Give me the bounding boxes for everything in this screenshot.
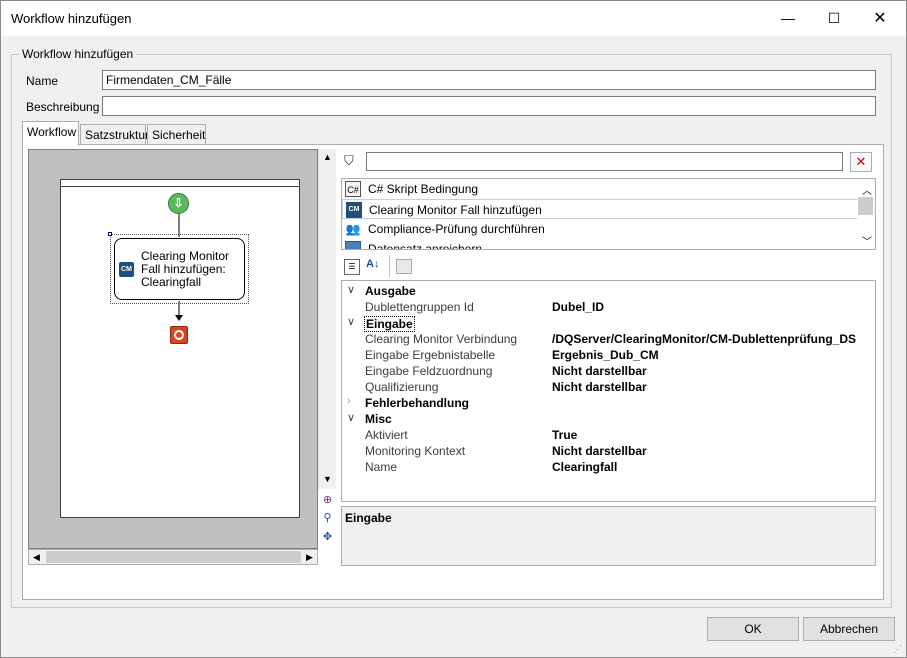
- category-misc[interactable]: ∨ Misc: [342, 411, 875, 427]
- window-title: Workflow hinzufügen: [11, 11, 132, 26]
- resize-grip-icon[interactable]: ⋰: [893, 644, 902, 655]
- description-title: Eingabe: [345, 511, 392, 525]
- toolbar-divider: [389, 255, 390, 277]
- property-row[interactable]: Clearing Monitor Verbindung /DQServer/Cl…: [342, 331, 875, 347]
- filter-input[interactable]: [366, 152, 843, 171]
- chevron-right-icon[interactable]: ›: [347, 395, 351, 407]
- list-item-label: C# Skript Bedingung: [368, 182, 479, 196]
- node-label: Clearing Monitor Fall hinzufügen: Cleari…: [141, 249, 230, 289]
- group-legend: Workflow hinzufügen: [19, 47, 137, 61]
- tab-workflow[interactable]: Workflow: [22, 121, 79, 146]
- find-icon[interactable]: ⚲: [320, 511, 335, 526]
- property-description-panel: Eingabe: [341, 506, 876, 566]
- scroll-down-icon[interactable]: ▼: [323, 474, 332, 484]
- chevron-down-icon[interactable]: ∨: [347, 315, 355, 328]
- title-bar: Workflow hinzufügen — ☐ ✕: [1, 1, 906, 36]
- cancel-button[interactable]: Abbrechen: [803, 617, 895, 641]
- scroll-right-icon[interactable]: ▶: [306, 552, 313, 563]
- filter-icon: ⛉: [344, 153, 354, 168]
- scroll-up-icon[interactable]: ▲: [323, 152, 332, 162]
- toolbox-list-scrollbar[interactable]: ︿ ﹀: [857, 179, 875, 249]
- property-row[interactable]: Eingabe Ergebnistabelle Ergebnis_Dub_CM: [342, 347, 875, 363]
- scroll-thumb[interactable]: [46, 551, 301, 563]
- ok-button[interactable]: OK: [707, 617, 799, 641]
- list-item[interactable]: C# C# Skript Bedingung: [342, 179, 859, 199]
- stop-icon[interactable]: [170, 326, 188, 344]
- category-ausgabe[interactable]: ∨ Ausgabe: [342, 283, 875, 299]
- tab-satzstruktur[interactable]: Satzstruktur: [80, 124, 149, 144]
- designer-vertical-scrollbar[interactable]: ▲ ▼: [318, 149, 336, 489]
- name-input[interactable]: Firmendaten_CM_Fälle: [102, 70, 876, 90]
- table-icon: [345, 241, 361, 249]
- category-eingabe[interactable]: ∨ Eingabe: [342, 315, 875, 332]
- zoom-icon[interactable]: ⊕: [320, 493, 335, 508]
- scroll-thumb[interactable]: [858, 197, 873, 215]
- beschreibung-input[interactable]: [102, 96, 876, 116]
- start-arrow-icon[interactable]: ⇩: [168, 193, 189, 214]
- beschreibung-label: Beschreibung: [26, 100, 100, 114]
- property-row[interactable]: Monitoring Kontext Nicht darstellbar: [342, 443, 875, 459]
- minimize-button[interactable]: —: [765, 1, 811, 36]
- designer-horizontal-scrollbar[interactable]: ◀ ▶: [28, 549, 318, 565]
- sort-alphabetical-icon[interactable]: A↓: [366, 258, 379, 270]
- chevron-down-icon[interactable]: ∨: [347, 283, 355, 296]
- clearing-monitor-node[interactable]: CM Clearing Monitor Fall hinzufügen: Cle…: [114, 238, 245, 300]
- property-row[interactable]: Qualifizierung Nicht darstellbar: [342, 379, 875, 395]
- property-row[interactable]: Eingabe Feldzuordnung Nicht darstellbar: [342, 363, 875, 379]
- list-item[interactable]: CM Clearing Monitor Fall hinzufügen: [342, 199, 859, 219]
- chevron-up-icon[interactable]: ︿: [862, 182, 872, 197]
- users-icon: 👥: [345, 222, 361, 236]
- categorized-view-icon[interactable]: ☰: [344, 259, 360, 275]
- name-label: Name: [26, 74, 59, 88]
- list-item[interactable]: 👥 Compliance-Prüfung durchführen: [342, 219, 859, 239]
- category-fehlerbehandlung[interactable]: › Fehlerbehandlung: [342, 395, 875, 411]
- chevron-down-icon[interactable]: ﹀: [862, 233, 872, 248]
- property-row[interactable]: Aktiviert True: [342, 427, 875, 443]
- cm-icon: CM: [119, 262, 134, 277]
- list-item-label: Compliance-Prüfung durchführen: [368, 222, 545, 236]
- property-row[interactable]: Dublettengruppen Id Dubel_ID: [342, 299, 875, 315]
- selection-handle[interactable]: [108, 232, 112, 236]
- toolbox-list[interactable]: C# C# Skript Bedingung CM Clearing Monit…: [341, 178, 876, 250]
- list-item-label: Datensatz anreichern: [368, 242, 483, 250]
- tab-sicherheit[interactable]: Sicherheit: [147, 124, 206, 144]
- chevron-down-icon[interactable]: ∨: [347, 411, 355, 424]
- property-grid-toolbar: ☰ A↓: [341, 255, 876, 279]
- pan-icon[interactable]: ✥: [320, 530, 335, 545]
- property-grid[interactable]: ∨ Ausgabe Dublettengruppen Id Dubel_ID ∨…: [341, 280, 876, 502]
- list-item[interactable]: Datensatz anreichern: [342, 239, 859, 250]
- clear-filter-button[interactable]: ✕: [850, 152, 872, 172]
- property-pages-icon[interactable]: [396, 259, 412, 274]
- scroll-left-icon[interactable]: ◀: [33, 552, 40, 563]
- maximize-button[interactable]: ☐: [811, 1, 857, 36]
- cm-icon: CM: [346, 202, 362, 218]
- list-item-label: Clearing Monitor Fall hinzufügen: [369, 203, 542, 217]
- script-icon: C#: [345, 181, 361, 197]
- toolbox-filter-bar: ⛉ ✕: [342, 150, 877, 174]
- close-button[interactable]: ✕: [857, 1, 903, 36]
- property-row[interactable]: Name Clearingfall: [342, 459, 875, 475]
